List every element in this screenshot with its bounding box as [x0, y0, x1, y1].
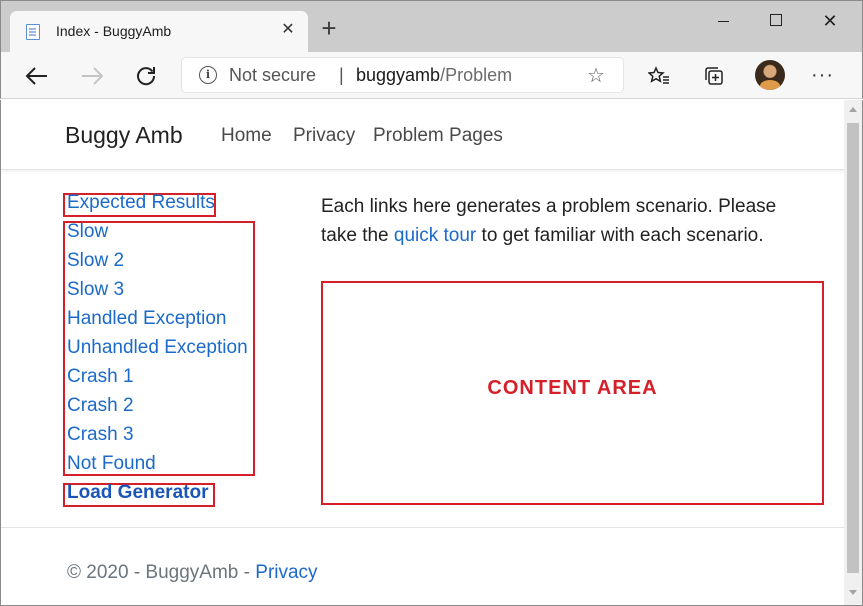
- link-crash-2[interactable]: Crash 2: [67, 395, 134, 417]
- link-not-found[interactable]: Not Found: [67, 453, 156, 475]
- site-brand[interactable]: Buggy Amb: [65, 122, 183, 149]
- footer-privacy-link[interactable]: Privacy: [255, 562, 317, 583]
- url-host: buggyamb: [356, 65, 441, 85]
- collections-icon[interactable]: [699, 61, 729, 91]
- nav-link-home[interactable]: Home: [221, 125, 272, 147]
- link-unhandled-exception[interactable]: Unhandled Exception: [67, 337, 248, 359]
- tab-title: Index - BuggyAmb: [56, 23, 172, 39]
- minimize-window-icon[interactable]: [701, 7, 747, 35]
- browser-tabstrip: Index - BuggyAmb ✕ + ✕: [0, 0, 863, 53]
- add-favorite-star-icon[interactable]: ☆: [587, 63, 605, 88]
- content-area-label: CONTENT AREA: [487, 376, 658, 399]
- url-path: /Problem: [440, 65, 513, 85]
- link-crash-1[interactable]: Crash 1: [67, 366, 134, 388]
- more-options-icon[interactable]: ···: [811, 64, 834, 87]
- content-area-box: CONTENT AREA: [321, 281, 824, 505]
- link-slow-3[interactable]: Slow 3: [67, 279, 124, 301]
- maximize-window-icon[interactable]: [753, 7, 799, 35]
- nav-link-problem-pages[interactable]: Problem Pages: [373, 125, 503, 147]
- link-load-generator[interactable]: Load Generator: [67, 482, 208, 504]
- nav-link-privacy[interactable]: Privacy: [293, 125, 355, 147]
- scroll-down-arrow-icon[interactable]: [849, 590, 857, 595]
- quick-tour-link[interactable]: quick tour: [394, 225, 476, 246]
- scrollbar-thumb[interactable]: [847, 123, 859, 573]
- favorites-icon[interactable]: [644, 61, 674, 91]
- browser-tab[interactable]: Index - BuggyAmb ✕: [10, 11, 308, 53]
- tab-close-icon[interactable]: ✕: [278, 20, 298, 40]
- refresh-icon[interactable]: [131, 61, 161, 91]
- address-bar[interactable]: i Not secure | buggyamb/Problem ☆: [182, 58, 623, 92]
- vertical-scrollbar[interactable]: [844, 100, 862, 605]
- footer-copyright: © 2020 - BuggyAmb -: [67, 562, 256, 583]
- link-handled-exception[interactable]: Handled Exception: [67, 308, 227, 330]
- intro-text: Each links here generates a problem scen…: [321, 192, 791, 250]
- link-crash-3[interactable]: Crash 3: [67, 424, 134, 446]
- scroll-up-arrow-icon[interactable]: [849, 107, 857, 112]
- link-slow[interactable]: Slow: [67, 221, 108, 243]
- profile-avatar[interactable]: [755, 60, 785, 90]
- site-info-icon[interactable]: i: [199, 66, 217, 84]
- url-text: buggyamb/Problem: [356, 65, 512, 86]
- site-footer: © 2020 - BuggyAmb - Privacy: [67, 562, 318, 584]
- page-favicon-icon: [26, 24, 40, 40]
- link-slow-2[interactable]: Slow 2: [67, 250, 124, 272]
- new-tab-icon[interactable]: +: [317, 15, 341, 41]
- link-expected-results[interactable]: Expected Results: [67, 192, 215, 214]
- intro-text-after: to get familiar with each scenario.: [476, 225, 764, 246]
- close-window-icon[interactable]: ✕: [807, 7, 853, 35]
- page-viewport: Buggy Amb Home Privacy Problem Pages Exp…: [0, 100, 863, 606]
- address-separator: |: [339, 65, 344, 85]
- site-navbar: Buggy Amb Home Privacy Problem Pages: [1, 100, 845, 170]
- back-arrow-icon[interactable]: [22, 61, 52, 91]
- forward-arrow-icon[interactable]: [77, 61, 107, 91]
- security-status: Not secure: [229, 65, 317, 85]
- browser-toolbar: i Not secure | buggyamb/Problem ☆ ···: [0, 52, 863, 99]
- footer-divider: [1, 527, 845, 528]
